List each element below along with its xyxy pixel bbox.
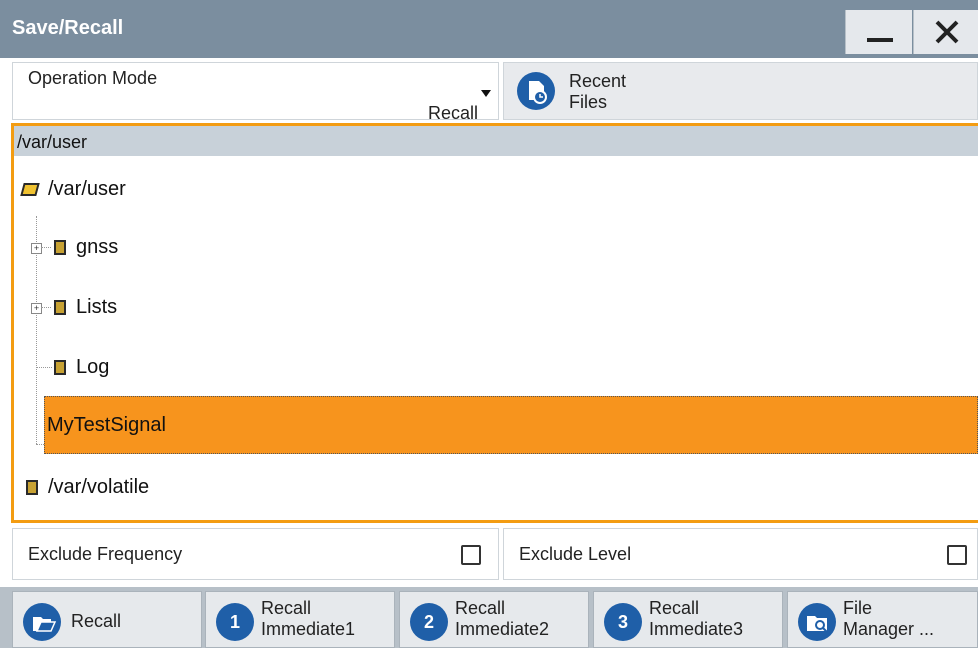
recall-immediate2-button[interactable]: 2 Recall Immediate2 [399,591,589,648]
recall-immediate3-label: Recall Immediate3 [649,598,744,639]
file-manager-button[interactable]: File Manager ... [787,591,978,648]
dropdown-arrow-icon [481,90,491,97]
path-bar: /var/user [14,126,978,156]
recall-immediate1-label: Recall Immediate1 [261,598,356,639]
title-bar: Save/Recall [0,0,978,58]
folder-icon [54,240,66,255]
minimize-button[interactable] [845,10,912,54]
recall-immediate3-button[interactable]: 3 Recall Immediate3 [593,591,783,648]
exclude-frequency-row[interactable]: Exclude Frequency [12,528,499,580]
exclude-frequency-checkbox[interactable] [461,545,481,565]
exclude-frequency-label: Exclude Frequency [28,544,183,564]
recall-immediate2-icon: 2 [410,603,448,641]
current-path: /var/user [17,132,88,152]
tree-item-mytestsignal[interactable]: MyTestSignal [44,396,978,454]
operation-mode-label: Operation Mode [28,68,158,88]
tree-item-var-volatile[interactable]: /var/volatile [26,476,149,499]
expand-icon[interactable]: + [31,303,42,314]
recall-immediate1-button[interactable]: 1 Recall Immediate1 [205,591,395,648]
button-bar: Recall 1 Recall Immediate1 2 Recall Immedi… [0,587,978,648]
exclude-level-label: Exclude Level [519,544,632,564]
folder-open-icon [20,183,40,196]
folder-icon [26,480,38,495]
recall-immediate2-label: Recall Immediate2 [455,598,550,639]
recent-files-button[interactable]: Recent Files [503,62,978,120]
folder-icon [54,300,66,315]
exclude-level-checkbox[interactable] [947,545,967,565]
tree-item-log[interactable]: Log [54,356,109,379]
file-manager-label: File Manager ... [843,598,935,639]
close-button[interactable] [913,10,978,54]
tree-item-var-user[interactable]: /var/user [20,178,126,201]
tree-item-lists[interactable]: Lists [54,296,117,319]
minimize-icon [867,38,893,42]
file-manager-icon [798,603,836,641]
recall-button[interactable]: Recall [12,591,202,648]
tree-item-gnss[interactable]: gnss [54,236,118,259]
operation-mode-value: Recall [427,103,478,123]
exclude-level-row[interactable]: Exclude Level [503,528,978,580]
file-browser[interactable]: /var/user /var/user + gnss + Lists Log M… [11,123,978,523]
recent-files-icon [517,72,555,110]
window-title: Save/Recall [12,17,124,39]
recall-label: Recall [71,611,122,631]
operation-mode-select[interactable]: Operation Mode Recall [12,62,499,123]
recent-files-label: Recent Files [569,71,627,112]
expand-icon[interactable]: + [31,243,42,254]
folder-icon [54,360,66,375]
close-icon [935,20,959,44]
recall-icon [23,603,61,641]
recall-immediate3-icon: 3 [604,603,642,641]
recall-immediate1-icon: 1 [216,603,254,641]
